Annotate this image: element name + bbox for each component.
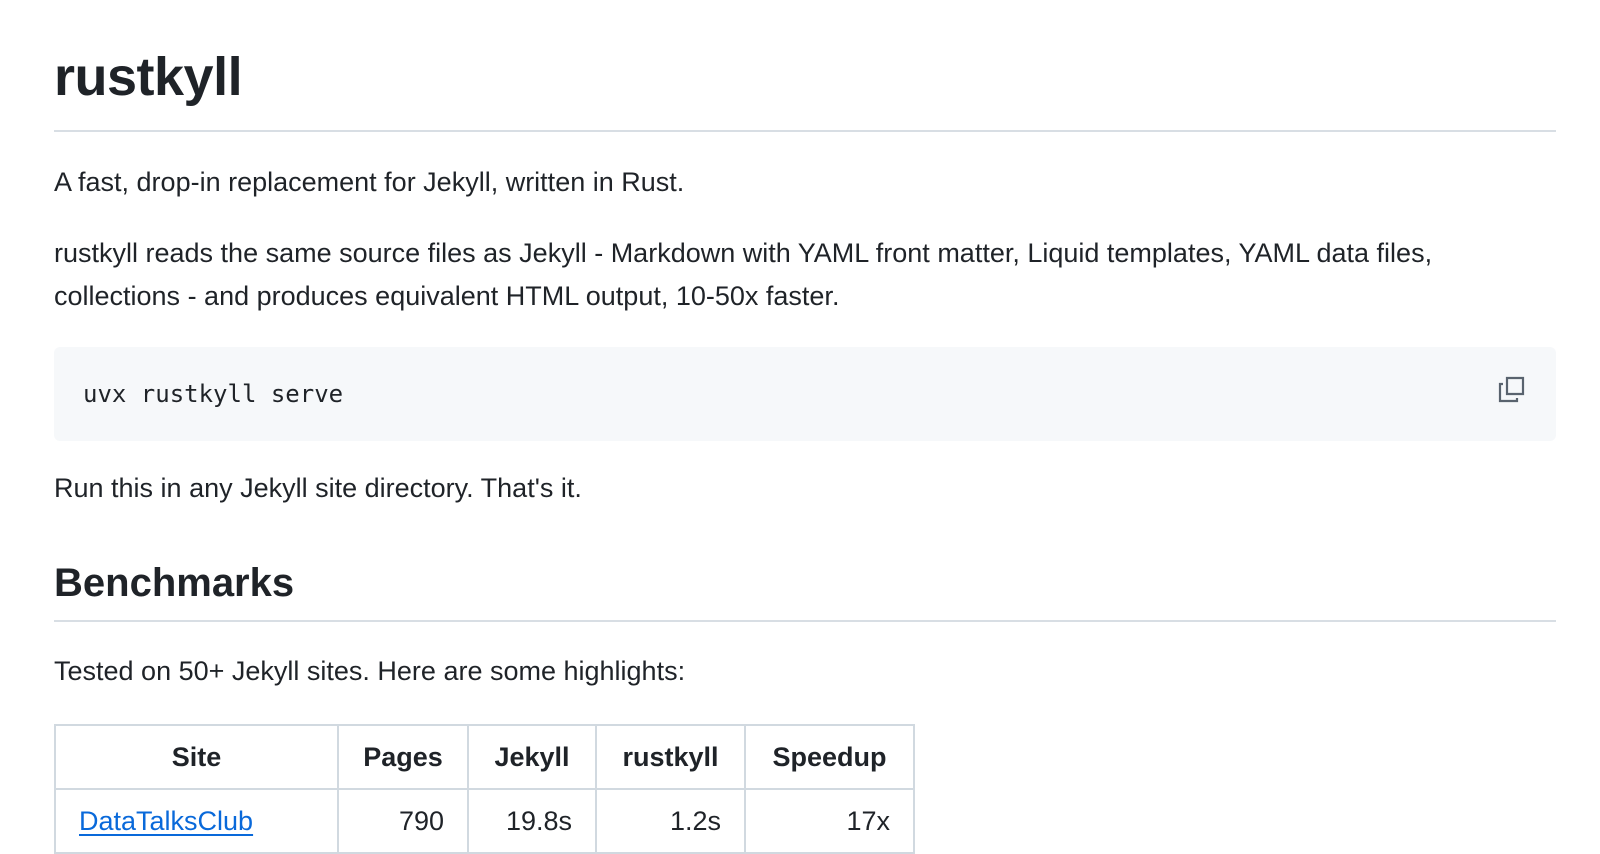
site-link[interactable]: DataTalksClub — [79, 806, 253, 836]
intro-text: A fast, drop-in replacement for Jekyll, … — [54, 167, 685, 197]
code-command: uvx rustkyll serve — [83, 380, 344, 408]
cell-site: DataTalksClub — [54, 788, 339, 854]
code-block: uvx rustkyll serve — [54, 347, 1556, 441]
column-header-site: Site — [54, 724, 339, 790]
cell-pages: 790 — [337, 788, 469, 854]
benchmarks-intro: Tested on 50+ Jekyll sites. Here are som… — [54, 656, 686, 686]
column-header-jekyll: Jekyll — [467, 724, 597, 790]
run-note-text: Run this in any Jekyll site directory. T… — [54, 473, 582, 503]
benchmarks-divider — [54, 620, 1556, 622]
table-header-row: Site Pages Jekyll rustkyll Speedup — [54, 724, 915, 790]
copy-icon — [1498, 376, 1525, 403]
description-text: rustkyll reads the same source files as … — [54, 238, 1433, 311]
copy-button[interactable] — [1494, 371, 1530, 407]
table-row: DataTalksClub 790 19.8s 1.2s 17x — [54, 788, 915, 854]
column-header-speedup: Speedup — [744, 724, 915, 790]
cell-jekyll-time: 19.8s — [467, 788, 597, 854]
cell-rustkyll-time: 1.2s — [595, 788, 746, 854]
cell-speedup: 17x — [744, 788, 915, 854]
column-header-rustkyll: rustkyll — [595, 724, 746, 790]
title-divider — [54, 130, 1556, 132]
column-header-pages: Pages — [337, 724, 469, 790]
benchmarks-table: Site Pages Jekyll rustkyll Speedup DataT… — [54, 724, 915, 854]
page-title: rustkyll — [54, 47, 243, 107]
benchmarks-heading: Benchmarks — [54, 561, 295, 605]
